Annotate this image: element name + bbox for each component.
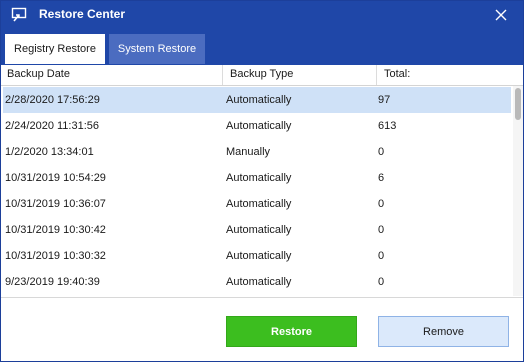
backup-date-cell: 10/31/2019 10:36:07	[5, 198, 106, 210]
backup-type-cell: Automatically	[226, 224, 292, 236]
backup-type-cell: Automatically	[226, 250, 292, 262]
table-row[interactable]: 10/31/2019 10:30:42 Automatically 0	[3, 217, 511, 243]
title-bar: Restore Center Registry Restore System R…	[1, 1, 523, 65]
backup-type-cell: Automatically	[226, 198, 292, 210]
backup-date-cell: 9/23/2019 19:40:39	[5, 276, 100, 288]
table-row[interactable]: 10/31/2019 10:54:29 Automatically 6	[3, 165, 511, 191]
restore-monitor-icon	[11, 7, 27, 23]
backup-date-cell: 2/28/2020 17:56:29	[5, 94, 100, 106]
table-row[interactable]: 10/31/2019 10:36:07 Automatically 0	[3, 191, 511, 217]
column-divider[interactable]	[222, 65, 223, 85]
restore-center-window: Restore Center Registry Restore System R…	[0, 0, 524, 362]
column-divider[interactable]	[376, 65, 377, 85]
total-cell: 613	[378, 120, 397, 132]
table-row[interactable]: 2/24/2020 11:31:56 Automatically 613	[3, 113, 511, 139]
scrollbar-thumb[interactable]	[515, 88, 521, 120]
total-cell: 0	[378, 224, 385, 236]
remove-button[interactable]: Remove	[378, 316, 509, 347]
table-row[interactable]: 9/23/2019 19:40:39 Automatically 0	[3, 269, 511, 295]
backup-date-cell: 10/31/2019 10:30:42	[5, 224, 106, 236]
backup-date-cell: 1/2/2020 13:34:01	[5, 146, 94, 158]
backup-type-cell: Manually	[226, 146, 271, 158]
footer-divider	[1, 297, 523, 298]
total-cell: 0	[378, 146, 385, 158]
table-row[interactable]: 2/28/2020 17:56:29 Automatically 97	[3, 87, 511, 113]
backup-type-cell: Automatically	[226, 120, 292, 132]
window-title: Restore Center	[39, 7, 126, 21]
tab-registry-restore[interactable]: Registry Restore	[5, 34, 105, 64]
total-cell: 0	[378, 198, 385, 210]
backup-date-cell: 10/31/2019 10:54:29	[5, 172, 106, 184]
total-cell: 97	[378, 94, 391, 106]
table-header: Backup Date Backup Type Total:	[1, 65, 523, 86]
tab-system-restore[interactable]: System Restore	[109, 34, 205, 64]
total-cell: 6	[378, 172, 385, 184]
total-cell: 0	[378, 250, 385, 262]
column-header-backup-date[interactable]: Backup Date	[7, 68, 70, 80]
column-header-total[interactable]: Total:	[384, 68, 410, 80]
column-header-backup-type[interactable]: Backup Type	[230, 68, 293, 80]
backup-list: 2/28/2020 17:56:29 Automatically 97 2/24…	[1, 86, 513, 296]
close-icon[interactable]	[491, 5, 511, 25]
backup-type-cell: Automatically	[226, 276, 292, 288]
backup-date-cell: 10/31/2019 10:30:32	[5, 250, 106, 262]
backup-type-cell: Automatically	[226, 172, 292, 184]
backup-type-cell: Automatically	[226, 94, 292, 106]
total-cell: 0	[378, 276, 385, 288]
table-row[interactable]: 1/2/2020 13:34:01 Manually 0	[3, 139, 511, 165]
table-row[interactable]: 10/31/2019 10:30:32 Automatically 0	[3, 243, 511, 269]
backup-date-cell: 2/24/2020 11:31:56	[5, 120, 99, 132]
restore-button[interactable]: Restore	[226, 316, 357, 347]
